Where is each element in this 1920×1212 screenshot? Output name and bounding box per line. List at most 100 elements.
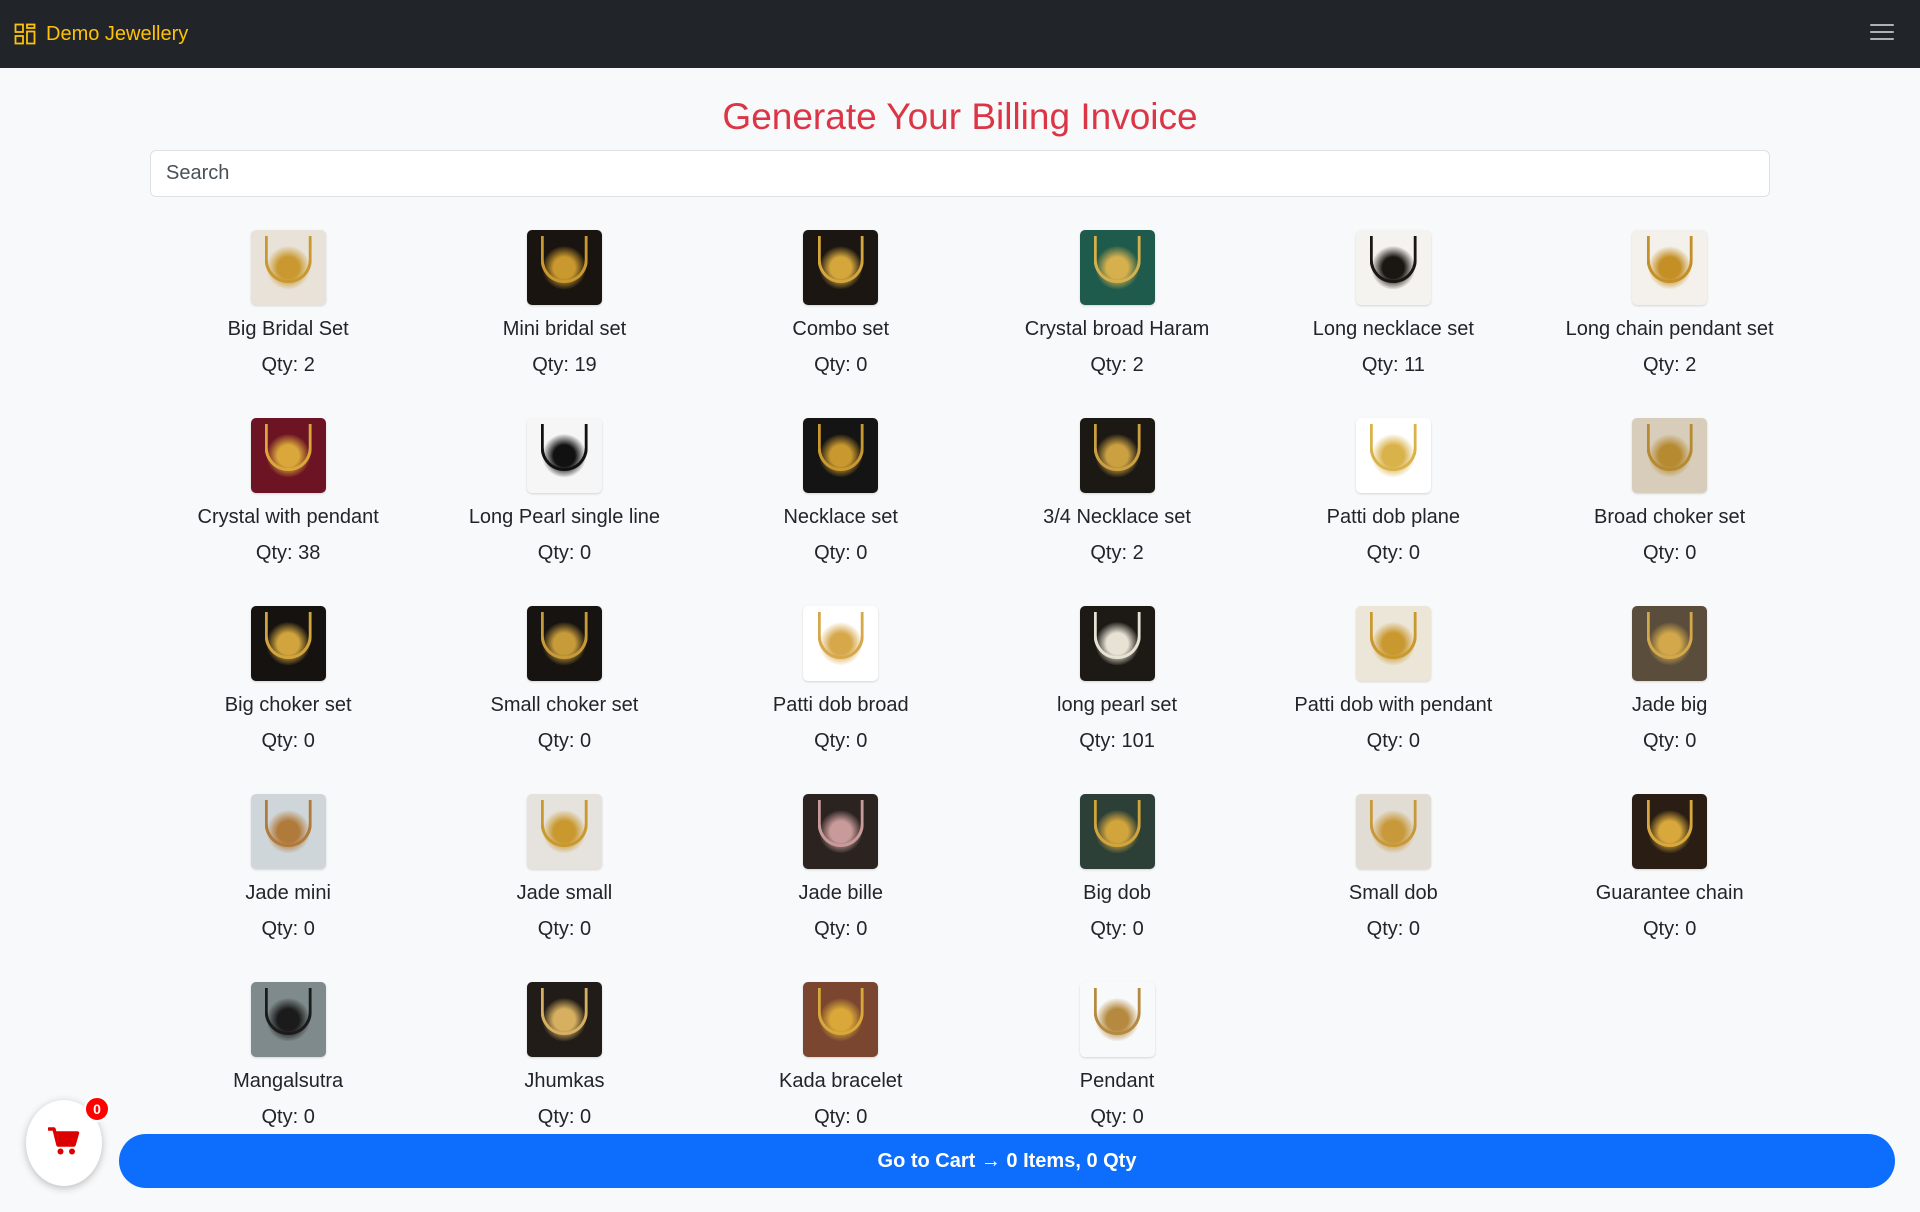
product-name: Long chain pendant set [1565,318,1774,340]
product-image [526,794,602,869]
product-image [526,982,602,1057]
qty-label: Qty: [1366,730,1409,752]
product-name: Crystal with pendant [197,506,379,528]
qty-value: 0 [1408,730,1421,752]
product-card[interactable]: Long chain pendant set Qty: 2 [1531,230,1807,418]
product-qty: Qty: 0 [538,541,591,565]
product-qty: Qty: 0 [538,729,591,753]
product-card[interactable]: Jade mini Qty: 0 [150,794,426,982]
qty-label: Qty: [1090,542,1133,564]
product-card[interactable]: Combo set Qty: 0 [703,230,979,418]
product-qty: Qty: 0 [814,917,867,941]
qty-value: 2 [1685,354,1697,376]
qty-label: Qty: [261,354,304,376]
qty-label: Qty: [1366,918,1409,940]
product-image [1632,606,1708,681]
product-name: Necklace set [783,506,898,528]
search-input[interactable] [150,150,1770,197]
product-card[interactable]: Small dob Qty: 0 [1255,794,1531,982]
product-name: Big choker set [224,694,352,716]
product-qty: Qty: 11 [1362,353,1425,377]
product-qty: Qty: 0 [814,541,867,565]
product-name: long pearl set [1057,694,1178,716]
product-qty: Qty: 0 [261,917,314,941]
go-to-cart-button[interactable]: Go to Cart → 0 Items, 0 Qty [119,1134,1895,1188]
product-card[interactable]: Patti dob broad Qty: 0 [703,606,979,794]
product-card[interactable]: Patti dob plane Qty: 0 [1255,418,1531,606]
product-name: Jade mini [245,882,331,904]
qty-label: Qty: [537,1106,580,1128]
product-name: Big Bridal Set [227,318,349,340]
product-image [1079,418,1155,493]
product-qty: Qty: 0 [1090,1105,1143,1129]
qty-label: Qty: [537,918,580,940]
qty-label: Qty: [1642,354,1686,376]
product-grid: Big Bridal Set Qty: 2 Mini bridal set Qty: … [150,230,1808,1170]
product-qty: Qty: 101 [1079,729,1155,753]
product-image [526,606,602,681]
qty-value: 0 [1408,542,1421,564]
qty-label: Qty: [1079,730,1122,752]
product-card[interactable]: Broad choker set Qty: 0 [1531,418,1807,606]
brand-link[interactable]: Demo Jewellery [14,23,188,46]
qty-label: Qty: [1366,542,1409,564]
product-card[interactable]: Necklace set Qty: 0 [703,418,979,606]
product-image [803,794,879,869]
product-card[interactable]: Patti dob with pendant Qty: 0 [1255,606,1531,794]
product-qty: Qty: 0 [1367,541,1420,565]
product-image [250,418,326,493]
qty-value: 0 [856,354,868,376]
product-card[interactable]: 3/4 Necklace set Qty: 2 [979,418,1255,606]
product-qty: Qty: 19 [532,353,596,377]
product-card[interactable]: Jade bille Qty: 0 [703,794,979,982]
product-image [1079,606,1155,681]
hamburger-icon [1869,22,1895,47]
product-qty: Qty: 2 [261,353,314,377]
qty-value: 0 [1685,918,1697,940]
product-qty: Qty: 2 [1090,541,1143,565]
product-card[interactable]: Small choker set Qty: 0 [426,606,702,794]
product-qty: Qty: 0 [538,917,591,941]
product-image [1079,230,1155,305]
product-name: Broad choker set [1594,506,1746,528]
qty-label: Qty: [814,1106,857,1128]
product-card[interactable]: Mini bridal set Qty: 19 [426,230,702,418]
product-image [526,230,602,305]
qty-label: Qty: [1642,730,1686,752]
qty-label: Qty: [814,354,857,376]
product-card[interactable]: Jade big Qty: 0 [1531,606,1807,794]
product-name: Patti dob broad [772,694,909,716]
product-card[interactable]: Jade small Qty: 0 [426,794,702,982]
product-card[interactable]: Guarantee chain Qty: 0 [1531,794,1807,982]
qty-value: 0 [580,918,592,940]
product-qty: Qty: 0 [814,353,867,377]
product-card[interactable]: Long Pearl single line Qty: 0 [426,418,702,606]
qty-value: 11 [1404,354,1425,376]
product-card[interactable]: Big choker set Qty: 0 [150,606,426,794]
product-qty: Qty: 0 [261,729,314,753]
menu-toggle-button[interactable] [1866,18,1898,50]
qty-value: 19 [574,354,597,376]
qty-label: Qty: [1361,354,1405,376]
product-name: Guarantee chain [1595,882,1744,904]
product-card[interactable]: Crystal with pendant Qty: 38 [150,418,426,606]
product-card[interactable]: Long necklace set Qty: 11 [1255,230,1531,418]
product-qty: Qty: 0 [1643,541,1696,565]
qty-value: 0 [856,1106,868,1128]
qty-value: 0 [1132,918,1144,940]
product-image [1079,982,1155,1057]
product-card[interactable]: Big Bridal Set Qty: 2 [150,230,426,418]
qty-value: 0 [1685,730,1697,752]
product-image [1355,418,1431,493]
product-qty: Qty: 0 [814,1105,867,1129]
product-card[interactable]: Big dob Qty: 0 [979,794,1255,982]
product-card[interactable]: Crystal broad Haram Qty: 2 [979,230,1255,418]
qty-label: Qty: [532,354,575,376]
brand-name: Demo Jewellery [46,22,189,45]
product-image [803,982,879,1057]
product-card[interactable]: long pearl set Qty: 101 [979,606,1255,794]
qty-label: Qty: [537,542,580,564]
qty-value: 101 [1121,730,1155,752]
qty-label: Qty: [1090,918,1133,940]
qty-label: Qty: [1642,542,1686,564]
